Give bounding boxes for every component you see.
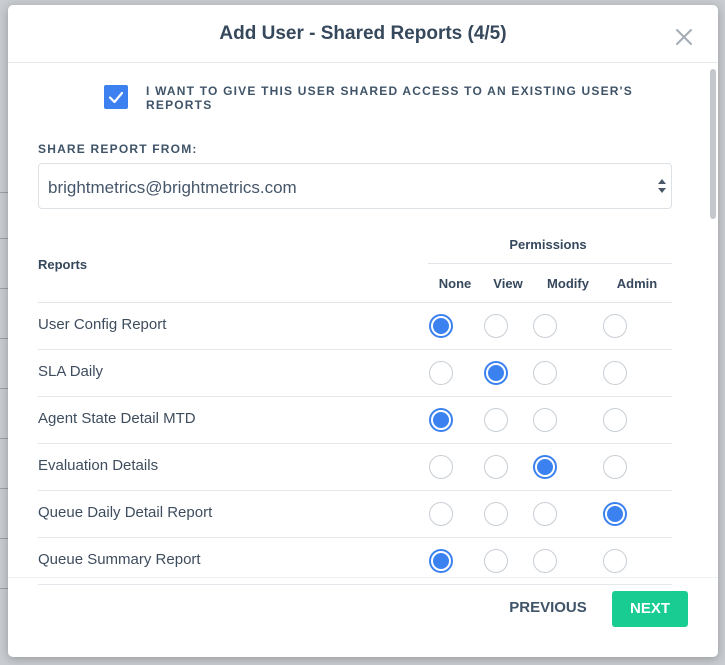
permission-radio-admin[interactable]	[603, 361, 627, 385]
permissions-header: Permissions	[509, 237, 587, 252]
background-divider	[0, 438, 8, 439]
add-user-dialog: Add User - Shared Reports (4/5) I WANT T…	[8, 5, 718, 657]
scrollbar-thumb[interactable]	[710, 69, 716, 219]
permission-radio-admin[interactable]	[603, 314, 627, 338]
permission-radio-view[interactable]	[484, 408, 508, 432]
report-name: User Config Report	[38, 316, 167, 333]
permission-radio-admin[interactable]	[603, 502, 627, 526]
permission-radio-none[interactable]	[429, 408, 453, 432]
column-header-admin: Admin	[616, 276, 658, 291]
table-row: Evaluation Details	[38, 444, 672, 491]
reports-header: Reports	[38, 257, 88, 272]
shared-access-checkbox[interactable]	[104, 85, 128, 109]
background-divider	[0, 488, 8, 489]
permission-radio-modify[interactable]	[533, 549, 557, 573]
permission-radio-modify[interactable]	[533, 314, 557, 338]
permission-radio-modify[interactable]	[533, 361, 557, 385]
background-divider	[0, 238, 8, 239]
table-row: SLA Daily	[38, 350, 672, 397]
shared-access-option: I WANT TO GIVE THIS USER SHARED ACCESS T…	[104, 84, 664, 124]
background-divider	[0, 338, 8, 339]
checkmark-icon	[108, 91, 124, 104]
permission-radio-view[interactable]	[484, 455, 508, 479]
permission-radio-none[interactable]	[429, 361, 453, 385]
dialog-scrollbar[interactable]	[708, 67, 718, 577]
dialog-title: Add User - Shared Reports (4/5)	[219, 23, 507, 44]
background-divider	[0, 538, 8, 539]
permission-radio-none[interactable]	[429, 455, 453, 479]
permission-radio-admin[interactable]	[603, 455, 627, 479]
permission-radio-view[interactable]	[484, 549, 508, 573]
select-arrows-icon	[658, 179, 666, 193]
background-divider	[0, 588, 8, 589]
report-name: Agent State Detail MTD	[38, 410, 196, 427]
footer-divider	[8, 577, 718, 578]
dialog-header: Add User - Shared Reports (4/5)	[8, 5, 718, 63]
background-divider	[0, 288, 8, 289]
permission-radio-view[interactable]	[484, 361, 508, 385]
permission-radio-modify[interactable]	[533, 502, 557, 526]
permission-radio-none[interactable]	[429, 502, 453, 526]
report-name: SLA Daily	[38, 363, 104, 380]
close-button[interactable]	[672, 25, 696, 49]
permission-radio-admin[interactable]	[603, 549, 627, 573]
shared-access-label: I WANT TO GIVE THIS USER SHARED ACCESS T…	[146, 84, 633, 112]
permissions-divider	[428, 263, 672, 264]
close-icon[interactable]	[672, 25, 696, 49]
table-row: Agent State Detail MTD	[38, 397, 672, 444]
permission-radio-view[interactable]	[484, 314, 508, 338]
permission-radio-none[interactable]	[429, 549, 453, 573]
permission-radio-modify[interactable]	[533, 408, 557, 432]
share-from-value: brightmetrics@brightmetrics.com	[48, 178, 297, 197]
permission-radio-view[interactable]	[484, 502, 508, 526]
background-divider	[0, 388, 8, 389]
column-header-modify: Modify	[547, 276, 589, 291]
background-divider	[0, 192, 8, 193]
report-name: Evaluation Details	[38, 457, 159, 474]
permission-radio-admin[interactable]	[603, 408, 627, 432]
table-row: User Config Report	[38, 303, 672, 350]
share-from-select[interactable]: brightmetrics@brightmetrics.com	[38, 163, 672, 209]
next-button[interactable]: NEXT	[612, 591, 688, 627]
table-row: Queue Daily Detail Report	[38, 491, 672, 538]
share-from-label: SHARE REPORT FROM:	[38, 142, 198, 156]
report-name: Queue Summary Report	[38, 551, 201, 568]
report-name: Queue Daily Detail Report	[38, 504, 213, 521]
permission-radio-modify[interactable]	[533, 455, 557, 479]
previous-button[interactable]: PREVIOUS	[498, 591, 598, 625]
permission-radio-none[interactable]	[429, 314, 453, 338]
